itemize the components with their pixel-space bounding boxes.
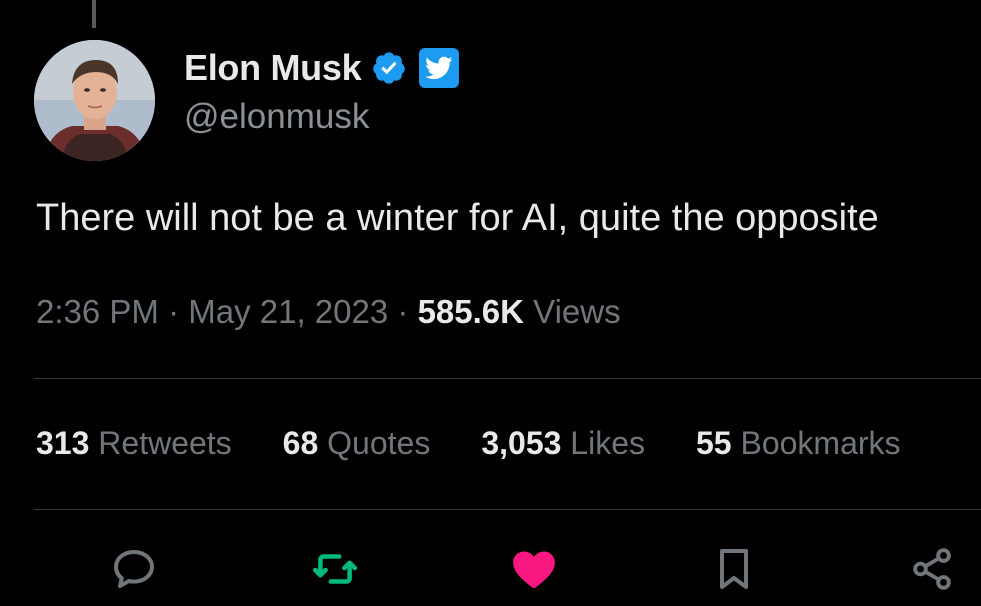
divider [34,509,981,510]
quotes-count: 68 [282,425,319,461]
like-button[interactable] [508,543,560,595]
bookmarks-stat[interactable]: 55 Bookmarks [696,425,901,462]
quotes-stat[interactable]: 68 Quotes [283,425,431,462]
tweet-meta: 2:36 PM · May 21, 2023 · 585.6K Views [36,293,621,331]
tweet-date[interactable]: May 21, 2023 [188,293,388,330]
likes-label: Likes [570,425,645,461]
likes-stat[interactable]: 3,053 Likes [481,425,645,462]
retweet-button[interactable] [309,543,361,595]
bookmarks-count: 55 [696,425,732,461]
bookmarks-label: Bookmarks [740,425,901,461]
meta-separator: · [168,293,180,330]
verified-badge-icon [371,50,407,86]
reply-button[interactable] [108,543,160,595]
share-button[interactable] [906,543,958,595]
author-display-name[interactable]: Elon Musk [184,47,362,89]
bookmark-button[interactable] [708,543,760,595]
meta-separator: · [397,293,409,330]
author-name-row: Elon Musk [184,47,460,89]
retweets-stat[interactable]: 313 Retweets [36,425,232,462]
quotes-label: Quotes [327,425,431,461]
avatar[interactable] [34,40,155,161]
speech-bubble-icon [114,550,154,588]
engagement-stats: 313 Retweets 68 Quotes 3,053 Likes 55 Bo… [36,425,901,462]
heart-icon [513,551,555,589]
retweets-count: 313 [36,425,90,461]
retweet-arrows-icon [312,554,358,584]
avatar-photo-icon [34,40,155,161]
views-count: 585.6K [417,293,524,330]
tweet-actions-bar [0,543,981,595]
share-icon [913,548,951,590]
tweet-time[interactable]: 2:36 PM [36,293,159,330]
likes-count: 3,053 [481,425,562,461]
tweet-text: There will not be a winter for AI, quite… [36,197,879,239]
divider [34,378,981,379]
twitter-bird-icon [419,48,460,88]
thread-connector-line [92,0,96,28]
views-label: Views [533,293,621,330]
author-handle[interactable]: @elonmusk [184,97,369,137]
bookmark-icon [720,549,748,589]
retweets-label: Retweets [98,425,232,461]
